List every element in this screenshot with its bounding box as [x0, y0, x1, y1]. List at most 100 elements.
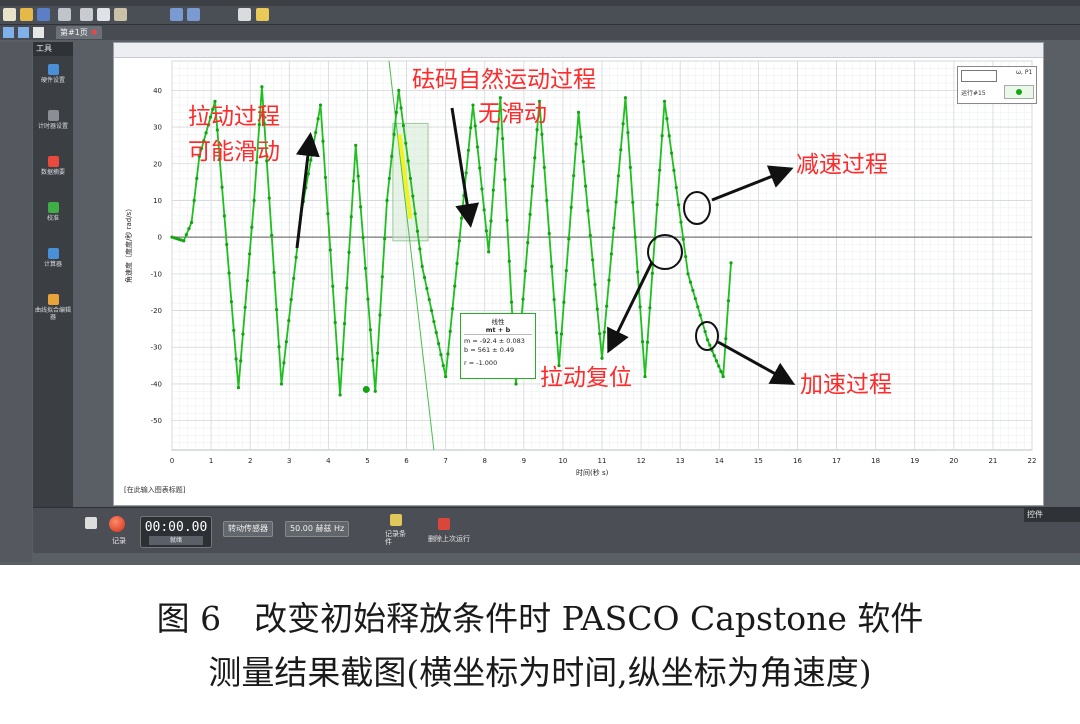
settings-icon[interactable]: [256, 8, 269, 21]
data-point: [648, 306, 652, 310]
open-folder-icon[interactable]: [20, 8, 33, 21]
graph-title-placeholder[interactable]: [在此输入图表标题]: [124, 485, 185, 495]
data-point: [455, 261, 459, 266]
graph-legend[interactable]: ω, P1 运行#15: [957, 66, 1037, 104]
tool-item[interactable]: 计算器: [33, 248, 73, 268]
data-point: [390, 154, 394, 159]
data-point: [450, 307, 455, 311]
tool-item[interactable]: 曲线拟合编辑器: [33, 294, 73, 321]
data-point: [347, 250, 351, 254]
data-point: [363, 266, 368, 270]
tool-item[interactable]: 数据摘要: [33, 156, 73, 176]
x-axis-title: 时间(秒 s): [576, 469, 609, 477]
mode-icon[interactable]: [85, 517, 97, 529]
data-point: [232, 328, 236, 332]
new-file-icon[interactable]: [3, 8, 16, 21]
undo-icon[interactable]: [170, 8, 183, 21]
data-point: [241, 332, 245, 336]
data-point: [623, 96, 628, 100]
tool-item[interactable]: 计时器设置: [33, 110, 73, 130]
data-point: [550, 264, 554, 269]
data-point: [385, 198, 389, 203]
data-point: [309, 158, 313, 162]
x-tick-label: 3: [287, 457, 291, 465]
data-point: [703, 330, 707, 334]
data-point: [572, 174, 576, 178]
save-icon[interactable]: [37, 8, 50, 21]
x-tick-label: 4: [326, 457, 331, 465]
y-tick-label: -10: [151, 270, 162, 278]
data-point: [351, 179, 356, 183]
print-icon[interactable]: [58, 8, 71, 21]
data-point: [359, 205, 363, 209]
data-point: [494, 157, 498, 161]
layout-icon[interactable]: [33, 27, 44, 38]
fit-title: 线性: [491, 318, 505, 326]
annotation-drag-2: 可能滑动: [188, 139, 280, 165]
data-point: [387, 176, 391, 181]
data-point: [227, 271, 231, 275]
data-point: [453, 284, 457, 288]
copy-icon[interactable]: [97, 8, 110, 21]
data-point: [323, 175, 328, 180]
data-point: [182, 239, 186, 243]
main-toolbar: [0, 6, 1080, 25]
data-point: [614, 200, 618, 204]
delete-run-icon[interactable]: [438, 518, 450, 530]
layout-icon[interactable]: [3, 27, 14, 38]
record-condition-icon[interactable]: [390, 514, 402, 526]
data-point: [299, 213, 303, 217]
record-button[interactable]: [109, 516, 125, 532]
tool-item[interactable]: 硬件设置: [33, 64, 73, 84]
data-point: [526, 241, 530, 245]
data-point: [638, 305, 642, 309]
data-point: [559, 332, 564, 336]
tab-page-1[interactable]: 第#1页 ✖: [56, 26, 102, 39]
data-point: [507, 259, 511, 263]
redo-icon[interactable]: [187, 8, 200, 21]
data-point: [195, 176, 199, 181]
data-point: [296, 234, 301, 238]
data-point: [473, 124, 477, 128]
paste-icon[interactable]: [114, 8, 127, 21]
linear-fit-box[interactable]: 线性 mt + b m = -92.4 ± 0.083 b = 561 ± 0.…: [460, 313, 536, 379]
layout-icon[interactable]: [18, 27, 29, 38]
camera-icon[interactable]: [238, 8, 251, 21]
data-point: [399, 106, 403, 110]
x-tick-label: 19: [910, 457, 919, 465]
time-state: 就绪: [149, 536, 203, 545]
cut-icon[interactable]: [80, 8, 93, 21]
data-point: [289, 297, 293, 302]
data-point: [368, 328, 372, 332]
calculator-icon: [47, 248, 59, 259]
rate-select[interactable]: 50.00 赫兹 Hz: [285, 521, 350, 537]
data-point: [415, 229, 420, 233]
data-point: [693, 297, 697, 301]
sensor-select[interactable]: 转动传感器: [223, 521, 273, 537]
data-point: [655, 202, 659, 207]
data-point: [441, 363, 445, 368]
data-point: [225, 242, 229, 247]
data-point: [598, 332, 602, 336]
data-point: [684, 255, 688, 259]
data-point: [397, 88, 401, 92]
data-point: [418, 247, 422, 251]
data-point: [245, 279, 249, 283]
data-point: [650, 271, 654, 275]
data-point: [681, 237, 685, 241]
data-point: [229, 300, 234, 304]
close-icon[interactable]: ✖: [91, 28, 98, 37]
data-point: [712, 354, 716, 358]
data-point: [621, 122, 625, 126]
data-point: [304, 186, 308, 190]
data-point: [562, 300, 566, 304]
data-point: [422, 275, 427, 280]
figure-caption: 图 6 改变初始释放条件时 PASCO Capstone 软件 测量结果截图(横…: [0, 592, 1080, 700]
x-tick-label: 14: [715, 457, 724, 465]
fit-intercept: b = 561 ± 0.49: [464, 346, 515, 354]
side-panel: [0, 42, 32, 562]
data-point: [342, 322, 347, 326]
data-point: [505, 218, 509, 222]
tool-item[interactable]: 校准: [33, 202, 73, 222]
data-point: [667, 134, 671, 138]
